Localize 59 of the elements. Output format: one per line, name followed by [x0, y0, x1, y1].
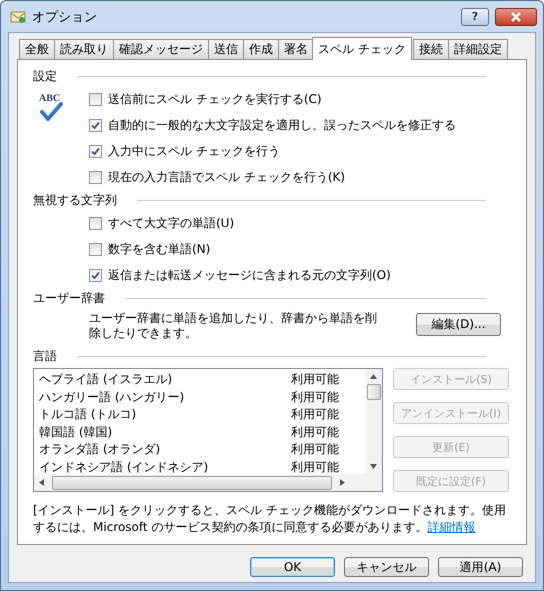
details-link[interactable]: 詳細情報	[427, 520, 476, 534]
tab[interactable]: 全般	[19, 39, 55, 59]
checkbox-label: すべて大文字の単語(U)	[108, 214, 234, 232]
language-name[interactable]: ハンガリー語 (ハンガリー)	[39, 388, 291, 406]
checkbox[interactable]	[89, 118, 102, 132]
section-heading: ユーザー辞書	[33, 290, 105, 306]
scroll-right-icon[interactable]	[340, 479, 345, 486]
section-heading: 無視する文字列	[33, 192, 117, 208]
envelope-icon	[10, 8, 26, 24]
scrollbar-thumb[interactable]	[52, 476, 332, 490]
checkbox-label: 数字を含む単語(N)	[108, 240, 210, 258]
checkbox[interactable]	[89, 216, 102, 230]
tab[interactable]: 作成	[243, 39, 279, 59]
dialog-button[interactable]: キャンセル	[344, 557, 429, 577]
language-status: 利用可能	[291, 441, 339, 458]
window-title: オプション	[32, 8, 97, 26]
checkbox[interactable]	[89, 170, 102, 184]
checkbox-label: 現在の入力言語でスペル チェックを行う(K)	[108, 168, 346, 186]
scroll-down-icon[interactable]	[370, 464, 377, 469]
scrollbar-thumb[interactable]	[366, 384, 380, 400]
checkbox-label: 自動的に一般的な大文字設定を適用し、誤ったスペルを修正する	[108, 116, 456, 134]
close-button[interactable]	[495, 8, 537, 26]
checkbox[interactable]	[89, 144, 102, 158]
dialog-button[interactable]: 適用(A)	[438, 557, 523, 577]
language-name[interactable]: ヘブライ語 (イスラエル)	[39, 371, 291, 388]
checkbox[interactable]	[89, 92, 102, 106]
language-status: 利用可能	[291, 406, 339, 424]
language-name[interactable]: トルコ語 (トルコ)	[39, 406, 291, 424]
language-name[interactable]: インドネシア語 (インドネシア)	[39, 458, 291, 476]
tab[interactable]: スペル チェック	[312, 37, 412, 60]
checkbox[interactable]	[89, 268, 102, 282]
scroll-left-icon[interactable]	[39, 479, 44, 486]
tab[interactable]: 詳細設定	[448, 39, 508, 59]
checkbox-label: 入力中にスペル チェックを行う	[108, 142, 280, 160]
checkbox-label: 返信または転送メッセージに含まれる元の文字列(O)	[108, 266, 391, 284]
close-icon	[510, 12, 522, 22]
tab[interactable]: 確認メッセージ	[113, 39, 209, 59]
language-status: 利用可能	[291, 458, 339, 476]
dialog-button[interactable]: OK	[250, 557, 335, 577]
language-name[interactable]: オランダ語 (オランダ)	[39, 441, 291, 458]
language-name[interactable]: 韓国語 (韓国)	[39, 424, 291, 441]
tab[interactable]: 接続	[412, 39, 449, 59]
section-heading: 設定	[33, 68, 57, 84]
language-status: 利用可能	[291, 371, 339, 388]
language-status: 利用可能	[291, 424, 339, 441]
vertical-scrollbar[interactable]	[365, 369, 382, 474]
language-status: 利用可能	[291, 388, 339, 406]
edit-button[interactable]: 編集(D)...	[416, 313, 501, 336]
section-heading: 言語	[33, 348, 57, 364]
install-notice: [インストール] をクリックすると、スペル チェック機能がダウンロードされます。使用するには、Microsoft のサービス契約の条項に同意する必要があります。詳細情報	[33, 502, 506, 536]
checkbox[interactable]	[89, 242, 102, 256]
description-text: ユーザー辞書に単語を追加したり、辞書から単語を削除したりできます。	[89, 311, 378, 341]
scroll-up-icon[interactable]	[370, 374, 377, 379]
tab[interactable]: 署名	[278, 39, 314, 59]
tab[interactable]: 読み取り	[54, 39, 114, 59]
checkbox-label: 送信前にスペル チェックを実行する(C)	[108, 90, 322, 108]
horizontal-scrollbar[interactable]	[34, 474, 382, 491]
help-button[interactable]: ?	[461, 8, 489, 26]
tab[interactable]: 送信	[208, 39, 244, 59]
